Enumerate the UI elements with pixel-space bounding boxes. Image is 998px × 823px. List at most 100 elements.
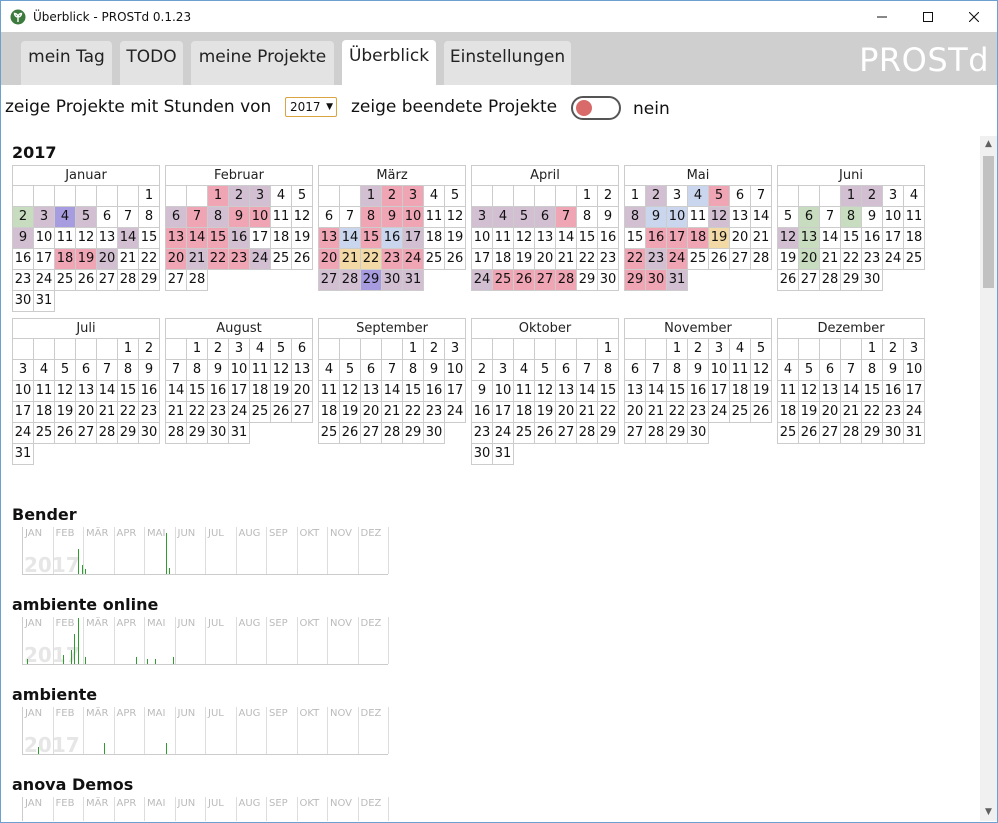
- day-cell[interactable]: 28: [841, 423, 862, 444]
- day-cell[interactable]: 23: [139, 402, 160, 423]
- day-cell[interactable]: 8: [667, 360, 688, 381]
- day-cell[interactable]: 6: [319, 207, 340, 228]
- day-cell[interactable]: 2: [688, 339, 709, 360]
- day-cell[interactable]: 3: [229, 339, 250, 360]
- day-cell[interactable]: 13: [76, 381, 97, 402]
- day-cell[interactable]: 7: [340, 207, 361, 228]
- day-cell[interactable]: 10: [472, 228, 493, 249]
- day-cell[interactable]: 4: [778, 360, 799, 381]
- day-cell[interactable]: 1: [187, 339, 208, 360]
- day-cell[interactable]: 14: [166, 381, 187, 402]
- day-cell[interactable]: 20: [361, 402, 382, 423]
- day-cell[interactable]: 31: [13, 444, 34, 465]
- day-cell[interactable]: 15: [208, 228, 229, 249]
- day-cell[interactable]: 3: [493, 360, 514, 381]
- day-cell[interactable]: 12: [292, 207, 313, 228]
- day-cell[interactable]: 24: [445, 402, 466, 423]
- day-cell[interactable]: 7: [820, 207, 841, 228]
- day-cell[interactable]: 29: [577, 270, 598, 291]
- day-cell[interactable]: 5: [445, 186, 466, 207]
- day-cell[interactable]: 27: [799, 270, 820, 291]
- day-cell[interactable]: 18: [688, 228, 709, 249]
- day-cell[interactable]: 17: [13, 402, 34, 423]
- day-cell[interactable]: 24: [493, 423, 514, 444]
- day-cell[interactable]: 4: [271, 186, 292, 207]
- day-cell[interactable]: 21: [97, 402, 118, 423]
- day-cell[interactable]: 3: [250, 186, 271, 207]
- day-cell[interactable]: 10: [403, 207, 424, 228]
- day-cell[interactable]: 28: [340, 270, 361, 291]
- day-cell[interactable]: 21: [577, 402, 598, 423]
- day-cell[interactable]: 26: [445, 249, 466, 270]
- day-cell[interactable]: 13: [166, 228, 187, 249]
- day-cell[interactable]: 25: [778, 423, 799, 444]
- day-cell[interactable]: 14: [340, 228, 361, 249]
- day-cell[interactable]: 2: [472, 360, 493, 381]
- day-cell[interactable]: 19: [340, 402, 361, 423]
- day-cell[interactable]: 17: [403, 228, 424, 249]
- day-cell[interactable]: 20: [556, 402, 577, 423]
- scroll-down-icon[interactable]: ▼: [980, 804, 997, 821]
- day-cell[interactable]: 30: [646, 270, 667, 291]
- day-cell[interactable]: 14: [577, 381, 598, 402]
- day-cell[interactable]: 9: [229, 207, 250, 228]
- day-cell[interactable]: 10: [667, 207, 688, 228]
- day-cell[interactable]: 20: [97, 249, 118, 270]
- day-cell[interactable]: 16: [382, 228, 403, 249]
- day-cell[interactable]: 12: [271, 360, 292, 381]
- day-cell[interactable]: 10: [34, 228, 55, 249]
- day-cell[interactable]: 7: [118, 207, 139, 228]
- day-cell[interactable]: 12: [751, 360, 772, 381]
- day-cell[interactable]: 5: [535, 360, 556, 381]
- day-cell[interactable]: 19: [55, 402, 76, 423]
- day-cell[interactable]: 12: [535, 381, 556, 402]
- day-cell[interactable]: 21: [187, 249, 208, 270]
- day-cell[interactable]: 18: [34, 402, 55, 423]
- day-cell[interactable]: 30: [862, 270, 883, 291]
- day-cell[interactable]: 17: [34, 249, 55, 270]
- day-cell[interactable]: 31: [229, 423, 250, 444]
- day-cell[interactable]: 6: [535, 207, 556, 228]
- day-cell[interactable]: 15: [577, 228, 598, 249]
- day-cell[interactable]: 4: [730, 339, 751, 360]
- day-cell[interactable]: 24: [229, 402, 250, 423]
- day-cell[interactable]: 31: [904, 423, 925, 444]
- day-cell[interactable]: 17: [472, 249, 493, 270]
- day-cell[interactable]: 28: [751, 249, 772, 270]
- day-cell[interactable]: 15: [187, 381, 208, 402]
- day-cell[interactable]: 5: [271, 339, 292, 360]
- day-cell[interactable]: 31: [667, 270, 688, 291]
- day-cell[interactable]: 15: [118, 381, 139, 402]
- day-cell[interactable]: 6: [625, 360, 646, 381]
- day-cell[interactable]: 7: [556, 207, 577, 228]
- day-cell[interactable]: 27: [730, 249, 751, 270]
- day-cell[interactable]: 3: [445, 339, 466, 360]
- day-cell[interactable]: 1: [577, 186, 598, 207]
- day-cell[interactable]: 19: [514, 249, 535, 270]
- day-cell[interactable]: 23: [598, 249, 619, 270]
- day-cell[interactable]: 20: [535, 249, 556, 270]
- day-cell[interactable]: 18: [271, 228, 292, 249]
- day-cell[interactable]: 28: [646, 423, 667, 444]
- day-cell[interactable]: 28: [556, 270, 577, 291]
- scroll-up-icon[interactable]: ▲: [980, 136, 997, 153]
- day-cell[interactable]: 19: [799, 402, 820, 423]
- day-cell[interactable]: 16: [472, 402, 493, 423]
- day-cell[interactable]: 19: [751, 381, 772, 402]
- day-cell[interactable]: 10: [493, 381, 514, 402]
- day-cell[interactable]: 3: [883, 186, 904, 207]
- day-cell[interactable]: 17: [445, 381, 466, 402]
- day-cell[interactable]: 1: [667, 339, 688, 360]
- day-cell[interactable]: 26: [271, 402, 292, 423]
- day-cell[interactable]: 27: [292, 402, 313, 423]
- day-cell[interactable]: 21: [118, 249, 139, 270]
- day-cell[interactable]: 20: [292, 381, 313, 402]
- day-cell[interactable]: 26: [751, 402, 772, 423]
- day-cell[interactable]: 2: [424, 339, 445, 360]
- day-cell[interactable]: 18: [730, 381, 751, 402]
- day-cell[interactable]: 25: [55, 270, 76, 291]
- day-cell[interactable]: 11: [730, 360, 751, 381]
- day-cell[interactable]: 7: [841, 360, 862, 381]
- day-cell[interactable]: 11: [424, 207, 445, 228]
- day-cell[interactable]: 30: [598, 270, 619, 291]
